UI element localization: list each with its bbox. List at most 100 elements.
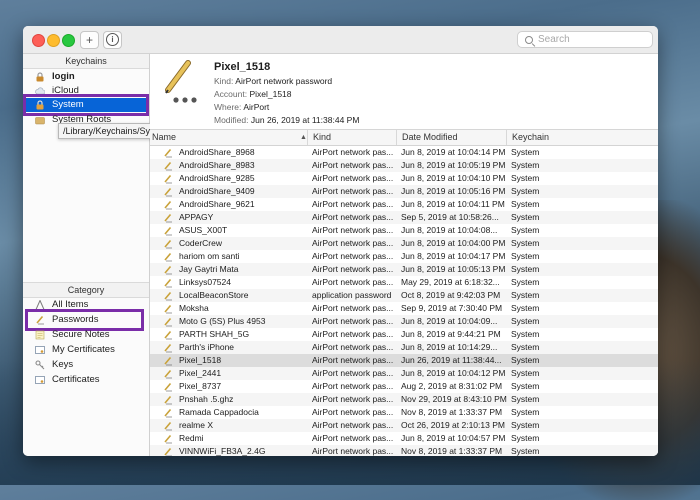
table-row[interactable]: Jay Gaytri Mata AirPort network pas... Jun… xyxy=(150,263,658,276)
table-row[interactable]: Pixel_2441 AirPort network pas... Jun 8, 2… xyxy=(150,367,658,380)
password-icon xyxy=(164,226,172,236)
column-header-keychain[interactable]: Keychain xyxy=(506,130,658,145)
search-input[interactable] xyxy=(538,33,648,46)
detail-key: Account: xyxy=(214,89,248,99)
cell-keychain: System xyxy=(511,238,540,248)
cell-name: APPAGY xyxy=(179,212,214,222)
table-row[interactable]: Ramada Cappadocia AirPort network pas... N… xyxy=(150,406,658,419)
table-row[interactable]: AndroidShare_8968 AirPort network pas... J… xyxy=(150,146,658,159)
cell-keychain: System xyxy=(511,277,540,287)
cell-name: VINNWiFi_FB3A_2.4G xyxy=(179,446,266,456)
detail-value: AirPort xyxy=(243,102,270,112)
detail-value: Jun 26, 2019 at 11:38:44 PM xyxy=(250,115,360,125)
sidebar: Keychains login iCloud System System Roo… xyxy=(23,54,150,456)
key-icon xyxy=(35,360,45,370)
cell-kind: AirPort network pas... xyxy=(312,147,394,157)
cell-date-modified: Jun 8, 2019 at 10:04:14 PM xyxy=(401,147,506,157)
cell-name: AndroidShare_8968 xyxy=(179,147,255,157)
table-header: Name ▲ Kind Date Modified Keychain xyxy=(150,130,658,146)
cell-keychain: System xyxy=(511,147,540,157)
minimize-window-button[interactable] xyxy=(47,34,60,47)
table-row[interactable]: CoderCrew AirPort network pas... Jun 8, 20… xyxy=(150,237,658,250)
detail-key: Where: xyxy=(214,102,242,112)
cell-keychain: System xyxy=(511,199,540,209)
table-row[interactable]: AndroidShare_8983 AirPort network pas... J… xyxy=(150,159,658,172)
close-window-button[interactable] xyxy=(32,34,45,47)
cell-name: Pixel_1518 xyxy=(179,355,222,365)
column-header-date-modified[interactable]: Date Modified xyxy=(396,130,506,145)
password-icon xyxy=(164,291,172,301)
cell-date-modified: Sep 5, 2019 at 10:58:26... xyxy=(401,212,499,222)
table-row[interactable]: Pnshah .5.ghz AirPort network pas... Nov 2… xyxy=(150,393,658,406)
cell-kind: application password xyxy=(312,290,392,300)
table-row[interactable]: LocalBeaconStore application password Oct … xyxy=(150,289,658,302)
cell-kind: AirPort network pas... xyxy=(312,303,394,313)
table-row[interactable]: Moksha AirPort network pas... Sep 9, 2019 … xyxy=(150,302,658,315)
password-icon xyxy=(164,265,172,275)
cell-date-modified: Nov 8, 2019 at 1:33:37 PM xyxy=(401,407,503,417)
cell-date-modified: Sep 9, 2019 at 7:30:40 PM xyxy=(401,303,503,313)
cell-kind: AirPort network pas... xyxy=(312,368,394,378)
detail-account: Account: Pixel_1518 xyxy=(214,89,292,99)
cell-kind: AirPort network pas... xyxy=(312,186,394,196)
category-keys[interactable]: Keys xyxy=(23,358,149,372)
column-header-kind[interactable]: Kind xyxy=(307,130,396,145)
table-row[interactable]: VINNWiFi_FB3A_2.4G AirPort network pas...… xyxy=(150,445,658,456)
cell-keychain: System xyxy=(511,212,540,222)
info-icon: i xyxy=(106,33,119,46)
category-my-certificates[interactable]: My Certificates xyxy=(23,343,149,357)
detail-where: Where: AirPort xyxy=(214,102,269,112)
cell-name: Moto G (5S) Plus 4953 xyxy=(179,316,266,326)
column-header-name[interactable]: Name xyxy=(150,130,307,145)
cell-keychain: System xyxy=(511,355,540,365)
zoom-window-button[interactable] xyxy=(62,34,75,47)
cell-keychain: System xyxy=(511,225,540,235)
password-icon xyxy=(164,343,172,353)
password-icon xyxy=(164,421,172,431)
certificate-icon xyxy=(35,376,45,384)
table-row[interactable]: hariom om santi AirPort network pas... Jun… xyxy=(150,250,658,263)
table-row[interactable]: PARTH SHAH_5G AirPort network pas... Jun 8… xyxy=(150,328,658,341)
password-icon xyxy=(164,382,172,392)
category-secure-notes[interactable]: Secure Notes xyxy=(23,328,149,342)
cell-kind: AirPort network pas... xyxy=(312,277,394,287)
cell-keychain: System xyxy=(511,186,540,196)
password-icon xyxy=(164,161,172,171)
cell-date-modified: Jun 8, 2019 at 10:04:12 PM xyxy=(401,368,506,378)
category-certificates[interactable]: Certificates xyxy=(23,373,149,387)
search-field[interactable] xyxy=(517,31,653,48)
password-icon xyxy=(164,213,172,223)
cell-date-modified: Jun 8, 2019 at 10:04:17 PM xyxy=(401,251,506,261)
get-info-button[interactable]: i xyxy=(103,31,122,49)
table-row[interactable]: APPAGY AirPort network pas... Sep 5, 2019 … xyxy=(150,211,658,224)
add-item-button[interactable]: + xyxy=(80,31,99,49)
cell-name: Pnshah .5.ghz xyxy=(179,394,234,404)
keychain-login[interactable]: login xyxy=(23,70,149,84)
cell-keychain: System xyxy=(511,303,540,313)
password-icon xyxy=(164,304,172,314)
cell-keychain: System xyxy=(511,407,540,417)
table-row[interactable]: AndroidShare_9409 AirPort network pas... J… xyxy=(150,185,658,198)
password-icon xyxy=(164,356,172,366)
table-row[interactable]: Redmi AirPort network pas... Jun 8, 2019 a… xyxy=(150,432,658,445)
table-row[interactable]: realme X AirPort network pas... Oct 26, 20… xyxy=(150,419,658,432)
cell-kind: AirPort network pas... xyxy=(312,355,394,365)
table-row[interactable]: Pixel_1518 AirPort network pas... Jun 26, … xyxy=(150,354,658,367)
table-row[interactable]: AndroidShare_9285 AirPort network pas... J… xyxy=(150,172,658,185)
cell-kind: AirPort network pas... xyxy=(312,316,394,326)
category-label: My Certificates xyxy=(52,344,115,355)
cell-keychain: System xyxy=(511,290,540,300)
cell-keychain: System xyxy=(511,368,540,378)
table-row[interactable]: Parth's iPhone AirPort network pas... Jun … xyxy=(150,341,658,354)
table-row[interactable]: Linksys07524 AirPort network pas... May 29… xyxy=(150,276,658,289)
cell-date-modified: May 29, 2019 at 6:18:32... xyxy=(401,277,500,287)
table-row[interactable]: Pixel_8737 AirPort network pas... Aug 2, 2… xyxy=(150,380,658,393)
password-icon xyxy=(164,395,172,405)
password-icon xyxy=(164,239,172,249)
cell-kind: AirPort network pas... xyxy=(312,238,394,248)
table-row[interactable]: ASUS_X00T AirPort network pas... Jun 8, 20… xyxy=(150,224,658,237)
table-row[interactable]: Moto G (5S) Plus 4953 AirPort network pas… xyxy=(150,315,658,328)
cell-kind: AirPort network pas... xyxy=(312,381,394,391)
cell-keychain: System xyxy=(511,160,540,170)
table-row[interactable]: AndroidShare_9621 AirPort network pas... J… xyxy=(150,198,658,211)
